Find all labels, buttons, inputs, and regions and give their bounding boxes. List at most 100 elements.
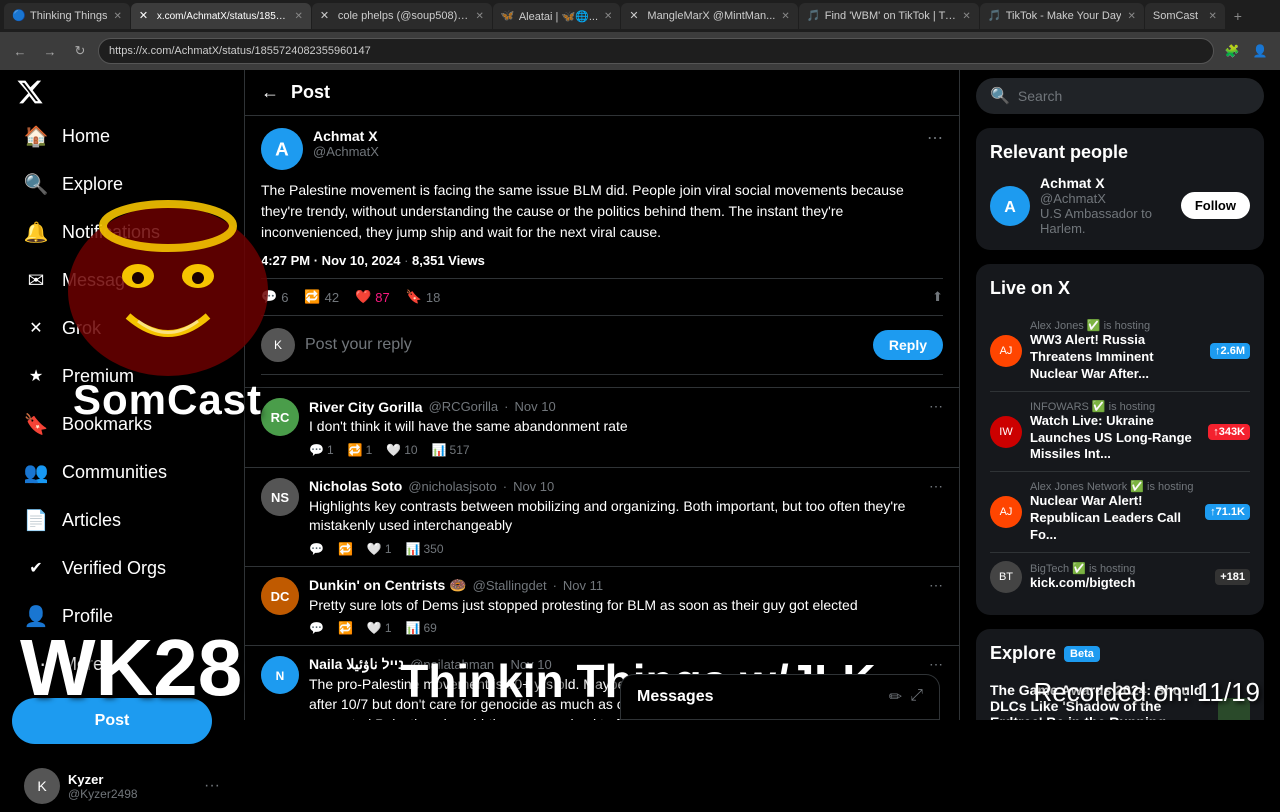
post-more-button[interactable]: ⋯ [927,128,943,148]
sidebar-item-explore[interactable]: 🔍 Explore [12,162,232,206]
author-name[interactable]: Achmat X [313,128,917,144]
comment-actions-2: 💬 🔁 🤍1 📊350 [309,542,943,556]
like-action[interactable]: ❤️ 87 [355,289,390,305]
reply-input[interactable]: Post your reply [305,336,863,354]
sidebar-label-verified: Verified Orgs [62,558,166,579]
ca-like-2[interactable]: 🤍1 [367,542,392,556]
comment-name-2[interactable]: Nicholas Soto [309,478,402,494]
sidebar-item-messages[interactable]: ✉ Messages [12,258,232,302]
tab-close-thinking[interactable]: ✕ [113,11,121,22]
rp-name[interactable]: Achmat X [1040,175,1171,191]
follow-button[interactable]: Follow [1181,192,1250,219]
ca-reply-3[interactable]: 💬 [309,621,324,635]
ca-reply-2[interactable]: 💬 [309,542,324,556]
sidebar-item-home[interactable]: 🏠 Home [12,114,232,158]
live-item-4[interactable]: BT BigTech ✅ is hosting kick.com/bigtech… [990,553,1250,601]
profile-nav-icon: 👤 [24,604,48,628]
relevant-people-title: Relevant people [990,142,1250,163]
tab-thinking[interactable]: 🔵 Thinking Things ✕ [4,3,130,29]
explore-item-1[interactable]: The Game Awards 2024: Should DLCs Like '… [990,674,1250,720]
tab-find[interactable]: 🎵 Find 'WBM' on TikTok | Ti... ✕ [799,3,979,29]
tab-close-x[interactable]: ✕ [294,11,302,22]
share-action[interactable]: ⬆ [932,289,943,305]
comment-name-1[interactable]: River City Gorilla [309,399,423,415]
live-info-4: BigTech ✅ is hosting kick.com/bigtech [1030,562,1207,592]
address-bar[interactable]: https://x.com/AchmatX/status/18557240823… [98,38,1214,64]
live-item-1[interactable]: AJ Alex Jones ✅ is hosting WW3 Alert! Ru… [990,311,1250,392]
reply-submit-button[interactable]: Reply [873,330,943,360]
repost-action[interactable]: 🔁 42 [304,289,339,305]
messages-expand-icon[interactable]: ⤢ [910,687,923,707]
ca-repost-2[interactable]: 🔁 [338,542,353,556]
comment-more-4[interactable]: ⋯ [929,656,943,673]
new-tab-button[interactable]: + [1226,4,1250,28]
sidebar-item-notifications[interactable]: 🔔 Notifications [12,210,232,254]
ca-repost-1[interactable]: 🔁1 [348,443,373,457]
live-on-x-title: Live on X [990,278,1250,299]
comment-more-2[interactable]: ⋯ [929,478,943,495]
ca-repost-3[interactable]: 🔁 [338,621,353,635]
messages-compose-icon[interactable]: ✏ [889,687,902,707]
profile-icon[interactable]: 👤 [1248,39,1272,63]
sidebar-label-profile: Profile [62,606,113,627]
comment-more-3[interactable]: ⋯ [929,577,943,594]
ca-reply-1[interactable]: 💬1 [309,443,334,457]
bookmark-action[interactable]: 🔖 18 [406,289,441,305]
back-arrow-button[interactable]: ← [261,82,279,103]
sidebar-item-more[interactable]: ⋯ More [12,642,232,686]
post-button[interactable]: Post [12,698,212,744]
search-box[interactable]: 🔍 [976,78,1264,114]
tab-x[interactable]: ✕ x.com/AchmatX/status/18557240823559601… [131,3,311,29]
live-title-3: Nuclear War Alert! Republican Leaders Ca… [1030,493,1197,544]
articles-icon: 📄 [24,508,48,532]
tab-cole[interactable]: ✕ cole phelps (@soup508) / XX ✕ [312,3,492,29]
tab-mangle[interactable]: ✕ MangleMarX @MintMan... ✕ [621,3,797,29]
extensions-icon[interactable]: 🧩 [1220,39,1244,63]
comment-name-4[interactable]: Naila נייל ناۋئيلا [309,656,404,673]
ca-like-3[interactable]: 🤍1 [367,621,392,635]
tab-title-find: Find 'WBM' on TikTok | Ti... [825,10,957,22]
sidebar-item-articles[interactable]: 📄 Articles [12,498,232,542]
comment-more-1[interactable]: ⋯ [929,398,943,415]
comment-date-val-4: Nov 10 [511,657,552,672]
ca-like-1[interactable]: 🤍10 [386,443,417,457]
comment-avatar-4: N [261,656,299,694]
beta-badge: Beta [1064,646,1100,662]
search-input[interactable] [1018,88,1250,104]
tab-close-aleatai[interactable]: ✕ [604,11,612,22]
sidebar-label-communities: Communities [62,462,167,483]
post-author: A Achmat X @AchmatX ⋯ [261,128,943,170]
comment-name-3[interactable]: Dunkin' on Centrists 🍩 [309,577,467,594]
tab-close-somcast[interactable]: ✕ [1208,11,1216,22]
sidebar-item-bookmarks[interactable]: 🔖 Bookmarks [12,402,232,446]
sidebar-item-communities[interactable]: 👥 Communities [12,450,232,494]
sidebar-item-profile[interactable]: 👤 Profile [12,594,232,638]
tab-close-find[interactable]: ✕ [962,11,970,22]
tab-aleatai[interactable]: 🦋 Aleatai | 🦋🌐... ✕ [493,3,621,29]
comment-2: NS Nicholas Soto @nicholasjsoto · Nov 10… [245,468,959,567]
rp-desc: U.S Ambassador to Harlem. [1040,206,1171,236]
live-item-2[interactable]: IW INFOWARS ✅ is hosting Watch Live: Ukr… [990,392,1250,473]
post-meta: 4:27 PM · Nov 10, 2024 · 8,351 Views [261,253,943,268]
sidebar-item-premium[interactable]: ★ Premium [12,354,232,398]
tab-close-tiktok[interactable]: ✕ [1127,11,1135,22]
back-button[interactable]: ← [8,39,32,63]
forward-button[interactable]: → [38,39,62,63]
sidebar-item-grok[interactable]: ✕ Grok [12,306,232,350]
sidebar-label-home: Home [62,126,110,147]
reply-action[interactable]: 💬 6 [261,289,288,305]
tab-close-mangle[interactable]: ✕ [781,11,789,22]
comment-1: RC River City Gorilla @RCGorilla · Nov 1… [245,388,959,468]
sidebar-item-verified[interactable]: ✔ Verified Orgs [12,546,232,590]
search-icon: 🔍 [990,86,1010,106]
profile-section[interactable]: K Kyzer @Kyzer2498 ··· [12,760,232,812]
browser-toolbar: ← → ↻ https://x.com/AchmatX/status/18557… [0,32,1280,70]
like-count: 87 [375,290,389,305]
tab-somcast[interactable]: SomCast ✕ [1145,3,1225,29]
live-item-3[interactable]: AJ Alex Jones Network ✅ is hosting Nucle… [990,472,1250,553]
tab-tiktok[interactable]: 🎵 TikTok - Make Your Day ✕ [980,3,1144,29]
tab-close-cole[interactable]: ✕ [475,11,483,22]
twitter-logo[interactable] [12,78,48,106]
comment-date-3: · [553,578,557,593]
refresh-button[interactable]: ↻ [68,39,92,63]
